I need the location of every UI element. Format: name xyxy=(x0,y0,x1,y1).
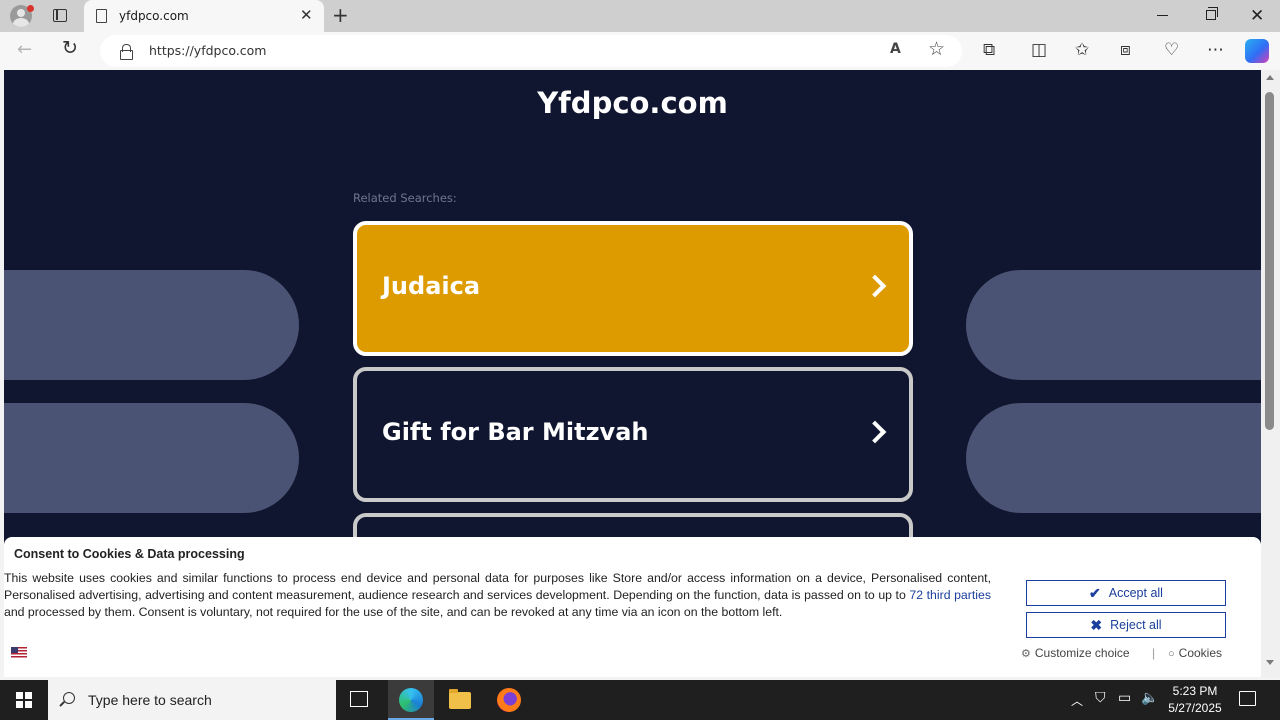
browser-essentials-icon[interactable]: ♡ xyxy=(1164,37,1179,63)
copilot-icon[interactable] xyxy=(1245,39,1269,63)
cookie-consent-banner: Consent to Cookies & Data processing Thi… xyxy=(4,537,1261,677)
taskbar-edge-button[interactable] xyxy=(388,680,434,720)
cookies-label: Cookies xyxy=(1178,646,1223,660)
related-searches-label: Related Searches: xyxy=(353,191,457,205)
x-icon: ✖ xyxy=(1090,616,1103,633)
decorative-pill xyxy=(966,270,1261,380)
decorative-pill xyxy=(966,403,1261,513)
scroll-up-arrow-icon[interactable] xyxy=(1266,75,1274,80)
accept-all-label: Accept all xyxy=(1108,586,1163,600)
consent-text-part: and processed by them. Consent is volunt… xyxy=(4,605,783,619)
search-placeholder: Type here to search xyxy=(88,692,212,708)
decorative-pill xyxy=(4,403,299,513)
minimize-icon[interactable] xyxy=(1157,15,1168,17)
language-flag-icon[interactable] xyxy=(11,647,27,658)
third-parties-link[interactable]: 72 third parties xyxy=(909,588,991,602)
page-favicon-icon xyxy=(96,9,107,23)
site-title: Yfdpco.com xyxy=(537,86,728,120)
refresh-icon[interactable]: ↻ xyxy=(62,37,78,59)
split-screen-icon[interactable]: ◫ xyxy=(1031,37,1047,63)
chevron-right-icon xyxy=(863,274,887,298)
edge-browser-icon xyxy=(399,688,423,712)
scroll-down-arrow-icon[interactable] xyxy=(1266,660,1274,665)
task-view-icon[interactable] xyxy=(350,691,368,707)
related-search-card-gift-for-bar-mitzvah[interactable]: Gift for Bar Mitzvah xyxy=(353,367,913,502)
new-tab-button[interactable]: + xyxy=(332,4,349,26)
decorative-pill xyxy=(4,270,299,380)
tab-close-icon[interactable]: ✕ xyxy=(300,7,313,23)
search-icon xyxy=(63,692,75,704)
taskbar: Type here to search ︿ ⛉ ▭ 🔈 5:23 PM 5/27… xyxy=(0,680,1280,720)
notification-center-icon[interactable] xyxy=(1239,691,1256,706)
card-label: Judaica xyxy=(382,272,481,300)
footer-separator: | xyxy=(1152,646,1156,660)
cookie-icon: ○ xyxy=(1168,648,1175,660)
clock-time: 5:23 PM xyxy=(1172,684,1218,698)
reject-all-button[interactable]: ✖ Reject all xyxy=(1026,612,1226,638)
network-icon[interactable]: ▭ xyxy=(1118,690,1131,706)
gear-icon: ⚙ xyxy=(1021,648,1031,660)
browser-toolbar: ← ↻ https://yfdpco.com A ☆ ⧉ ◫ ✩ ⧈ ♡ ⋯ xyxy=(0,32,1280,70)
file-explorer-icon[interactable] xyxy=(449,689,471,709)
window-close-icon[interactable]: ✕ xyxy=(1250,6,1264,26)
lock-icon[interactable] xyxy=(120,44,133,60)
reject-all-label: Reject all xyxy=(1110,618,1162,632)
related-search-card-judaica[interactable]: Judaica xyxy=(353,221,913,356)
tab-strip: yfdpco.com ✕ + ✕ xyxy=(0,0,1280,32)
scrollbar-thumb[interactable] xyxy=(1265,92,1274,430)
profile-notification-dot xyxy=(27,5,34,12)
checkmark-icon: ✔ xyxy=(1089,584,1101,601)
back-arrow-icon[interactable]: ← xyxy=(17,39,32,60)
tab-title: yfdpco.com xyxy=(119,9,189,23)
collections-icon[interactable]: ⧈ xyxy=(1120,37,1131,63)
taskbar-search-box[interactable]: Type here to search xyxy=(48,680,336,720)
url-text[interactable]: https://yfdpco.com xyxy=(149,43,266,58)
accept-all-button[interactable]: ✔ Accept all xyxy=(1026,580,1226,606)
chevron-right-icon xyxy=(863,420,887,444)
extensions-icon[interactable]: ⧉ xyxy=(983,37,995,63)
read-aloud-icon[interactable]: A xyxy=(890,41,901,57)
system-clock[interactable]: 5:23 PM 5/27/2025 xyxy=(1163,683,1227,717)
customize-choice-label: Customize choice xyxy=(1034,646,1130,660)
customize-choice-link[interactable]: ⚙ Customize choice xyxy=(1021,646,1130,660)
windows-start-icon[interactable] xyxy=(16,692,32,708)
volume-icon[interactable]: 🔈 xyxy=(1141,690,1158,706)
favorite-star-icon[interactable]: ☆ xyxy=(928,38,945,60)
show-hidden-icons-icon[interactable]: ︿ xyxy=(1071,692,1083,709)
restore-icon[interactable] xyxy=(1206,7,1218,20)
favorites-icon[interactable]: ✩ xyxy=(1075,37,1089,63)
firefox-icon[interactable] xyxy=(497,688,521,712)
card-label: Gift for Bar Mitzvah xyxy=(382,418,649,446)
browser-tab[interactable]: yfdpco.com ✕ xyxy=(84,0,324,32)
page-scrollbar[interactable] xyxy=(1261,70,1280,677)
address-bar[interactable]: https://yfdpco.com A ☆ xyxy=(100,35,962,67)
consent-title: Consent to Cookies & Data processing xyxy=(14,547,245,561)
clock-date: 5/27/2025 xyxy=(1168,701,1222,715)
security-icon[interactable]: ⛉ xyxy=(1095,690,1106,706)
more-menu-icon[interactable]: ⋯ xyxy=(1207,37,1224,63)
tab-actions-icon[interactable] xyxy=(53,9,67,22)
consent-text-part: This website uses cookies and similar fu… xyxy=(4,571,991,602)
cookies-link[interactable]: ○ Cookies xyxy=(1168,646,1222,660)
consent-description: This website uses cookies and similar fu… xyxy=(4,570,991,621)
